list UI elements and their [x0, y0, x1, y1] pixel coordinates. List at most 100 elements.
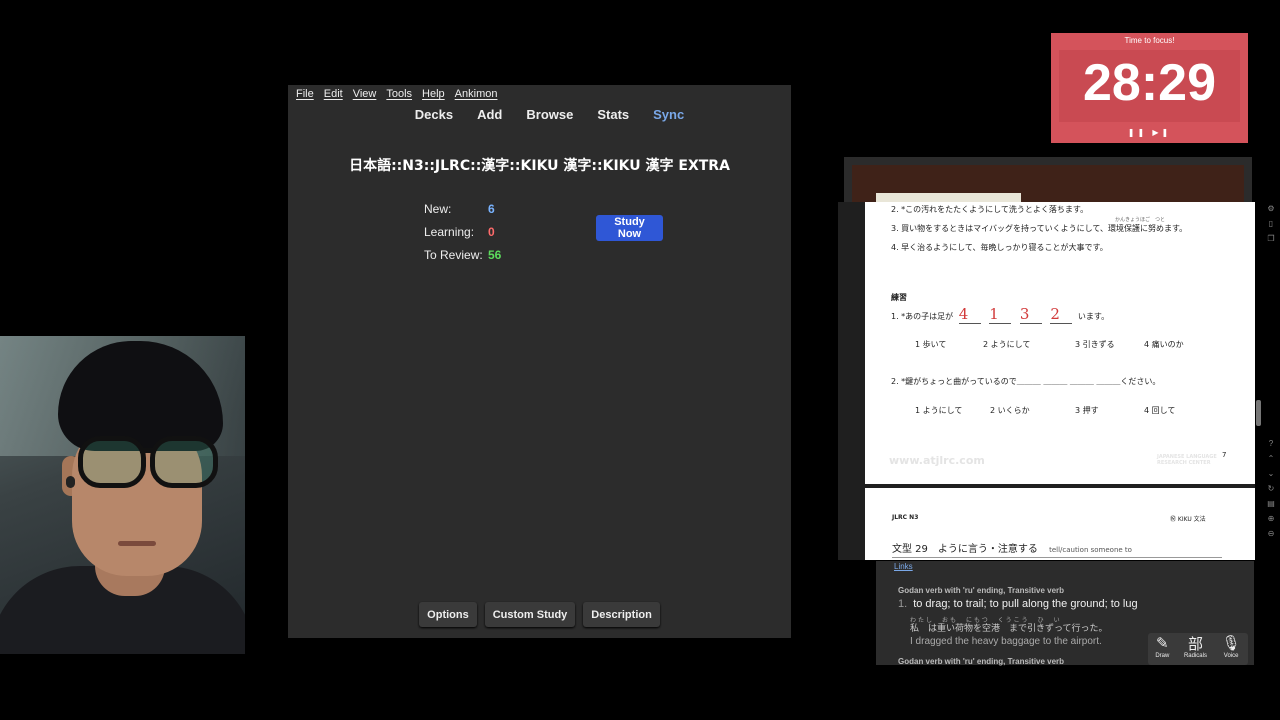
- menu-bar: File Edit View Tools Help Ankimon: [296, 88, 497, 100]
- webcam-glasses-left: [78, 436, 146, 488]
- document-icon[interactable]: ▤: [1267, 499, 1275, 508]
- page2-title-row: 文型 29 ように言う・注意する tell/caution someone to: [892, 540, 1222, 558]
- footer-url: www.atjlrc.com: [889, 454, 985, 467]
- study-now-button[interactable]: Study Now: [596, 215, 663, 241]
- page2-header-right: ㊗ KIKU 文法: [1170, 516, 1206, 523]
- anki-window: File Edit View Tools Help Ankimon Decks …: [288, 85, 791, 638]
- footer-org: JAPANESE LANGUAGE RESEARCH CENTER: [1157, 454, 1217, 466]
- q2-option-2: 2 いくらか: [990, 406, 1030, 415]
- draw-tool[interactable]: ✎ Draw: [1155, 633, 1169, 665]
- zoom-out-icon[interactable]: ⊖: [1268, 529, 1275, 538]
- menu-file[interactable]: File: [296, 88, 314, 100]
- copy-icon[interactable]: ❐: [1267, 234, 1274, 243]
- draw-icon: ✎: [1156, 635, 1169, 652]
- new-row: New: 6: [424, 197, 501, 220]
- pdf-side-toolbar: ⚙ ▯ ❐ ? ⌃ ⌄ ↻ ▤ ⊕ ⊖: [1264, 204, 1278, 564]
- pdf-header-strip: [844, 157, 1252, 202]
- pdf-page-tab: [876, 193, 1021, 202]
- toolbar-browse[interactable]: Browse: [526, 107, 573, 122]
- review-row: To Review: 56: [424, 243, 501, 266]
- question-1-prefix: 1. *あの子は足が: [891, 312, 954, 321]
- handwritten-answer-4: 2: [1050, 305, 1060, 323]
- toolbar-sync[interactable]: Sync: [653, 107, 684, 122]
- page2-header-left: JLRC N3: [892, 514, 919, 521]
- definition-text: to drag; to trail; to pull along the gro…: [913, 598, 1138, 610]
- handwritten-answer-1: 4: [958, 305, 969, 323]
- new-label: New:: [424, 201, 452, 216]
- webcam-glasses-bridge: [140, 448, 154, 453]
- example-japanese: 私 は重い荷物を空港 まで引きずって行った。: [910, 624, 1108, 634]
- main-toolbar: Decks Add Browse Stats Sync: [288, 107, 791, 122]
- toolbar-stats[interactable]: Stats: [597, 107, 629, 122]
- handwritten-answer-2: 1: [989, 305, 999, 323]
- menu-ankimon[interactable]: Ankimon: [455, 88, 498, 100]
- settings-icon[interactable]: ⚙: [1267, 204, 1274, 213]
- example-line-3: 3. 買い物をするときはマイバッグを持っていくようにして、環境保護に努めます。: [891, 224, 1188, 233]
- menu-edit[interactable]: Edit: [324, 88, 343, 100]
- pdf-scrollbar[interactable]: [1256, 400, 1261, 426]
- page2-title-english: tell/caution someone to: [1049, 546, 1132, 554]
- links-link[interactable]: Links: [894, 562, 913, 571]
- options-button[interactable]: Options: [419, 602, 477, 627]
- answer-blank-2: 1: [989, 305, 1012, 324]
- practice-heading: 練習: [891, 293, 907, 302]
- q1-option-4: 4 痛いのか: [1144, 340, 1184, 349]
- answer-blank-1: 4: [958, 305, 981, 324]
- menu-view[interactable]: View: [353, 88, 377, 100]
- microphone-icon: 🎙: [1221, 635, 1241, 652]
- zoom-in-icon[interactable]: ⊕: [1268, 514, 1275, 523]
- chevron-up-icon[interactable]: ⌃: [1268, 454, 1275, 463]
- q2-option-3: 3 押す: [1075, 406, 1099, 415]
- q2-option-1: 1 ようにして: [915, 406, 963, 415]
- timer-display: 28:29: [1083, 54, 1216, 112]
- part-of-speech-2: Godan verb with 'ru' ending, Transitive …: [898, 657, 1065, 666]
- q1-option-2: 2 ようにして: [983, 340, 1031, 349]
- new-count: 6: [488, 201, 495, 216]
- radicals-icon: 部: [1187, 635, 1203, 653]
- review-label: To Review:: [424, 247, 483, 262]
- definition-number: 1.: [898, 598, 908, 610]
- voice-tool[interactable]: 🎙 Voice: [1222, 633, 1241, 665]
- dictionary-panel: Links Godan verb with 'ru' ending, Trans…: [876, 561, 1254, 666]
- menu-help[interactable]: Help: [422, 88, 445, 100]
- bookmark-icon[interactable]: ▯: [1269, 219, 1273, 228]
- webcam-feed: [0, 336, 245, 654]
- voice-label: Voice: [1223, 653, 1239, 659]
- answer-blank-3: 3: [1019, 305, 1042, 324]
- review-count: 56: [488, 247, 502, 262]
- menu-tools[interactable]: Tools: [386, 88, 412, 100]
- learning-label: Learning:: [424, 224, 475, 239]
- page2-title: 文型 29 ように言う・注意する: [892, 544, 1038, 555]
- deck-title: 日本語::N3::JLRC::漢字::KIKU 漢字::KIKU 漢字 EXTR…: [349, 158, 730, 174]
- question-1-suffix: います。: [1077, 312, 1110, 321]
- example-translation: I dragged the heavy baggage to the airpo…: [910, 636, 1102, 647]
- question-2: 2. *鍵がちょっと曲がっているので＿＿＿ ＿＿＿ ＿＿＿ ＿＿＿ください。: [891, 377, 1161, 386]
- chevron-down-icon[interactable]: ⌄: [1268, 469, 1275, 478]
- focus-timer: Time to focus! 28:29 ❚❚ ▶❚: [1051, 33, 1248, 143]
- help-icon[interactable]: ?: [1269, 439, 1273, 448]
- learning-count: 0: [488, 224, 495, 239]
- pdf-viewer: 2. *この汚れをたたくようにして洗うとよく落ちます。 かんきょうほご つと 3…: [838, 202, 1255, 560]
- example-line-2: 2. *この汚れをたたくようにして洗うとよく落ちます。: [891, 205, 1089, 214]
- refresh-icon[interactable]: ↻: [1268, 484, 1275, 493]
- example-line-4: 4. 早く治るようにして、毎晩しっかり寝ることが大事です。: [891, 243, 1108, 252]
- q1-option-1: 1 歩いて: [915, 340, 947, 349]
- toolbar-decks[interactable]: Decks: [415, 107, 453, 122]
- handwritten-answer-3: 3: [1019, 305, 1030, 323]
- deck-counts: New: 6 Learning: 0 To Review: 56: [424, 197, 501, 266]
- deck-options-bar: Options Custom Study Description: [288, 602, 791, 627]
- learning-row: Learning: 0: [424, 220, 501, 243]
- toolbar-add[interactable]: Add: [477, 107, 502, 122]
- timer-caption: Time to focus!: [1124, 36, 1175, 45]
- custom-study-button[interactable]: Custom Study: [484, 602, 576, 627]
- furigana-line-3: かんきょうほご つと: [1115, 217, 1166, 223]
- timer-controls[interactable]: ❚❚ ▶❚: [1051, 128, 1248, 137]
- radicals-label: Radicals: [1183, 653, 1207, 659]
- description-button[interactable]: Description: [583, 602, 660, 627]
- pdf-next-page: JLRC N3 ㊗ KIKU 文法 文型 29 ように言う・注意する tell/…: [865, 488, 1255, 560]
- question-1: 1. *あの子は足が 4 1 3 2 います。: [891, 305, 1109, 324]
- draw-label: Draw: [1155, 653, 1170, 659]
- radicals-tool[interactable]: 部 Radicals: [1184, 633, 1207, 665]
- definition: 1. to drag; to trail; to pull along the g…: [898, 598, 1138, 610]
- part-of-speech-1: Godan verb with 'ru' ending, Transitive …: [898, 586, 1065, 595]
